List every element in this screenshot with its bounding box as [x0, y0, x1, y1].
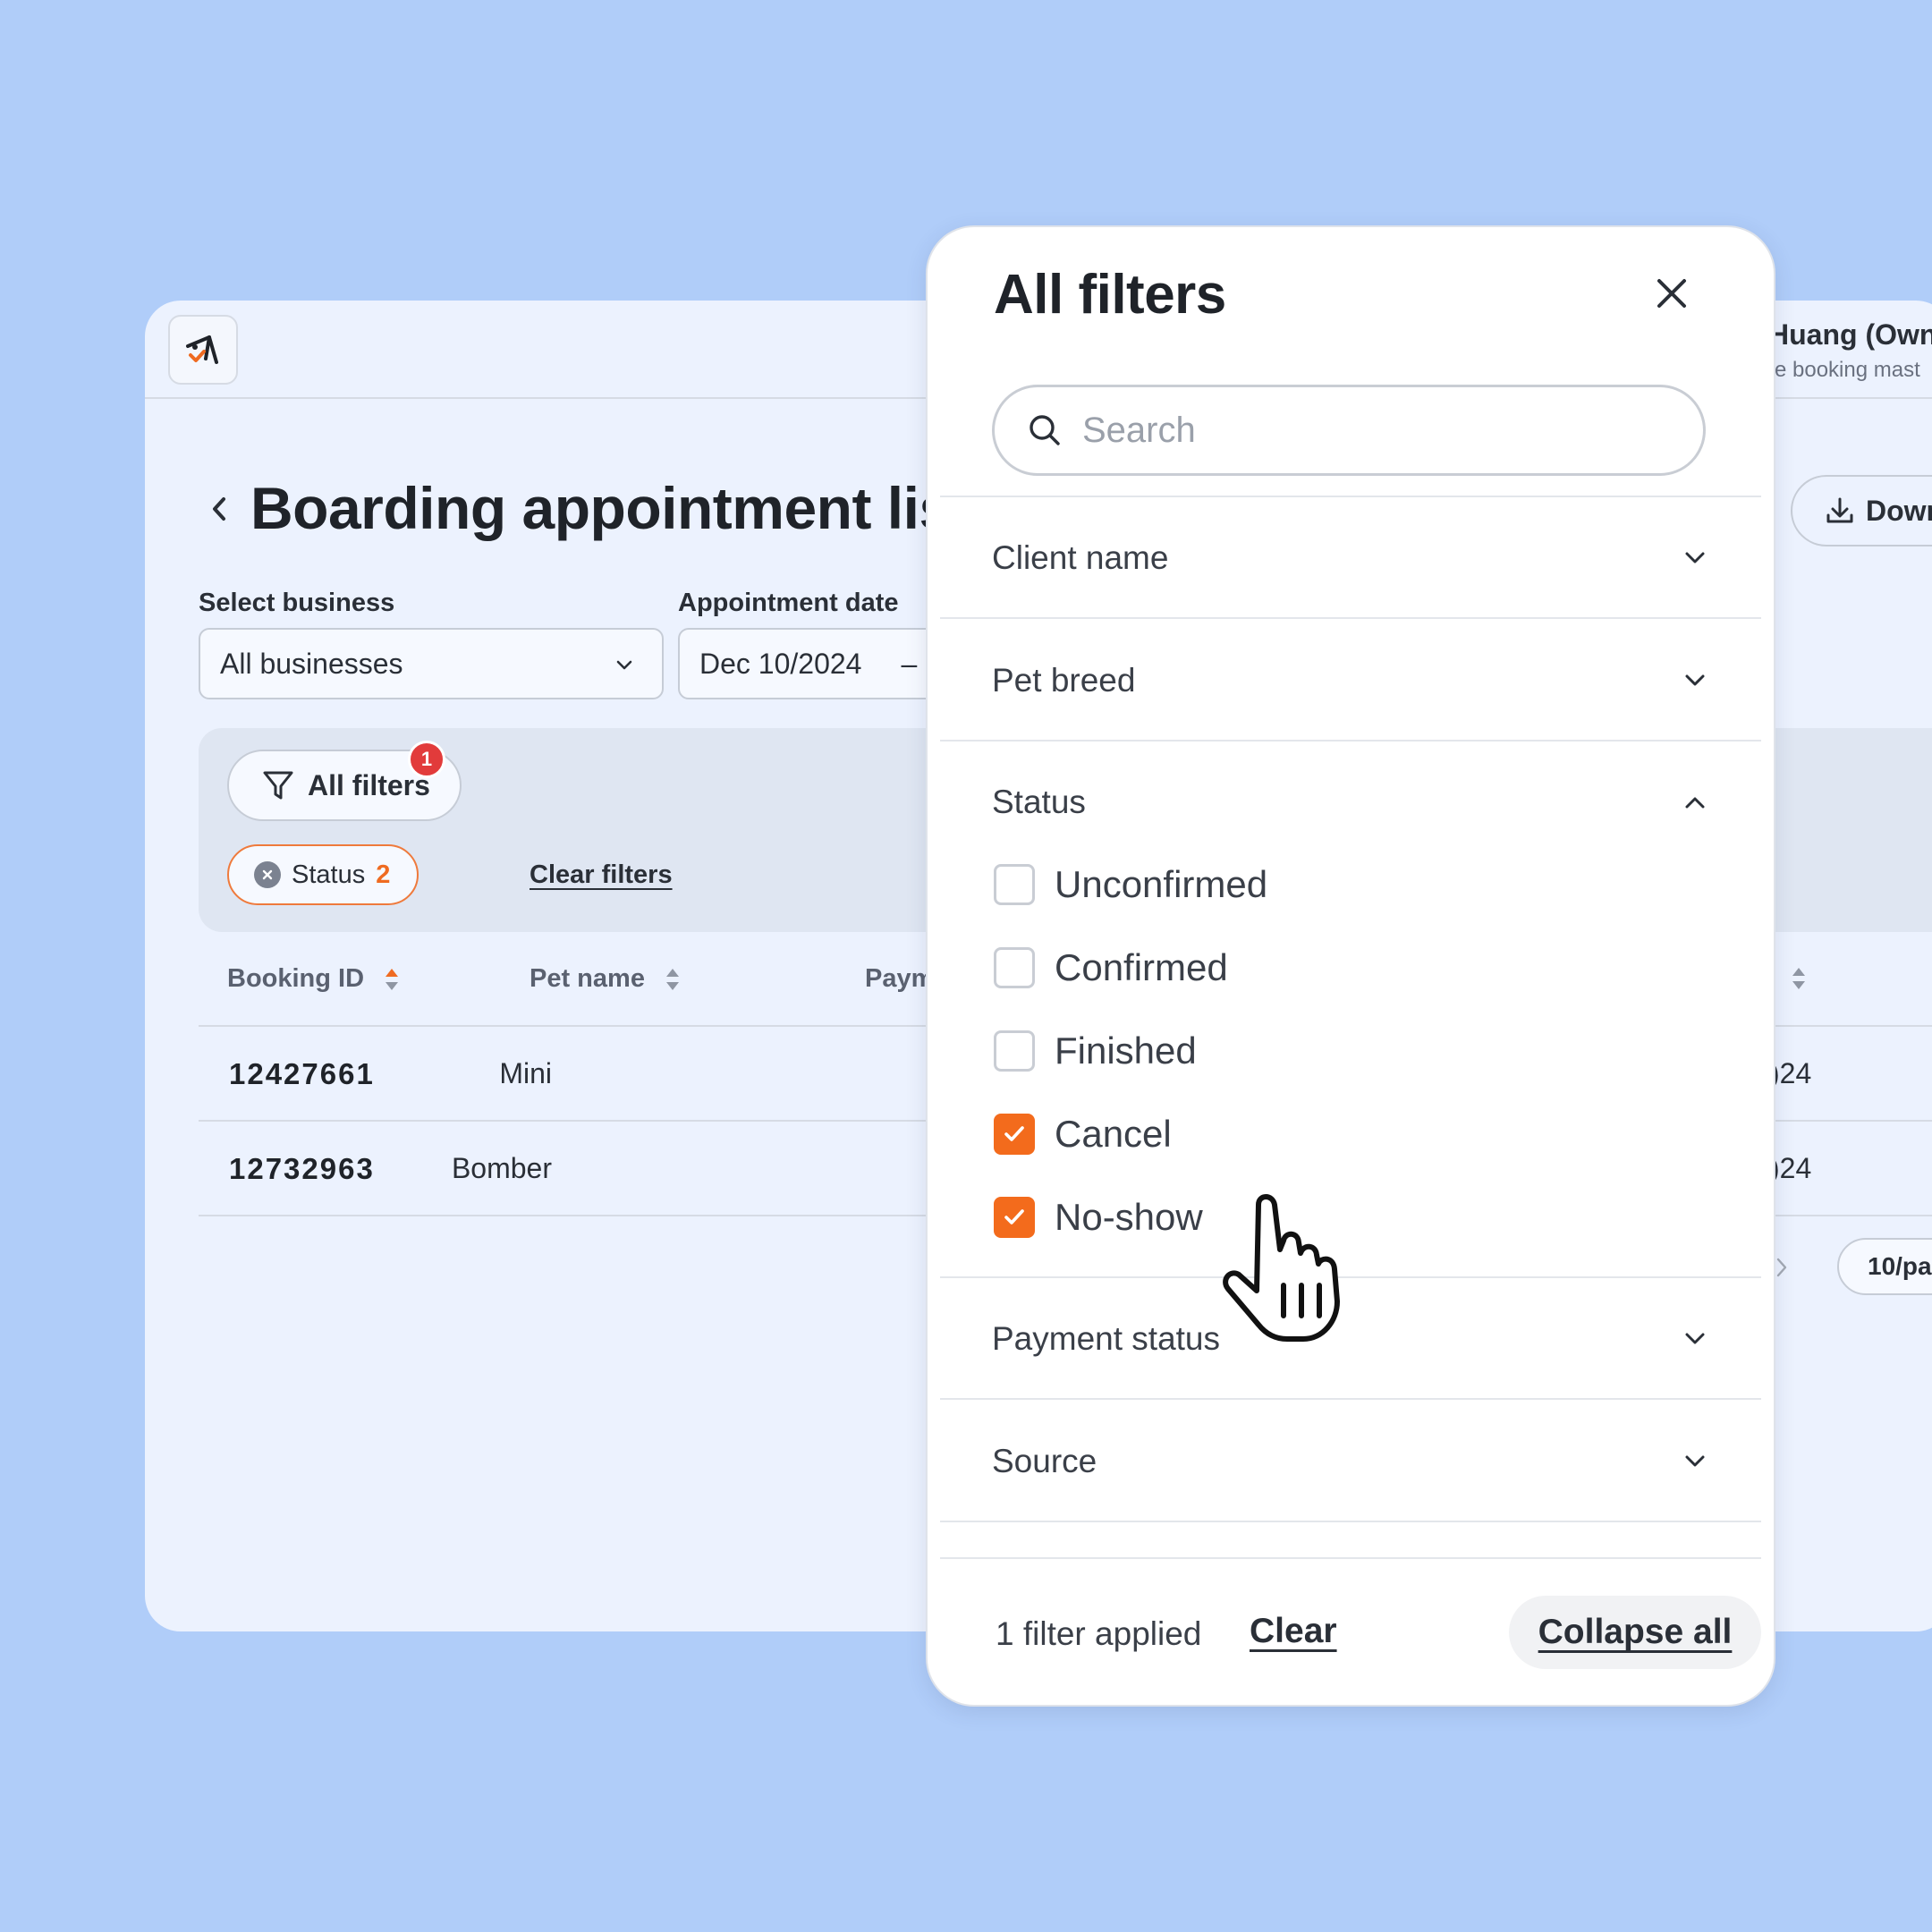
- section-label: Payment status: [992, 1320, 1221, 1357]
- search-icon: [1030, 415, 1060, 445]
- business-select[interactable]: All businesses: [199, 628, 664, 699]
- all-filters-modal: All filters Client name Pet breed Status…: [926, 225, 1775, 1707]
- back-chevron-icon[interactable]: [208, 494, 231, 524]
- column-header-payment[interactable]: Paym: [865, 964, 934, 994]
- section-label: Pet breed: [992, 662, 1136, 699]
- chevron-up-icon: [1685, 797, 1705, 809]
- divider: [940, 1521, 1761, 1522]
- filters-applied-text: 1 filter applied: [996, 1615, 1202, 1652]
- divider: [940, 617, 1761, 619]
- section-client-name[interactable]: Client name: [992, 531, 1707, 585]
- user-subtitle: e booking mast: [1775, 358, 1920, 382]
- chip-count: 2: [376, 860, 391, 889]
- download-label: Down: [1866, 494, 1932, 527]
- chevron-down-icon: [1685, 1333, 1705, 1344]
- column-header-label: Booking ID: [227, 964, 365, 993]
- option-label: Finished: [1055, 1030, 1197, 1072]
- section-status[interactable]: Status: [992, 775, 1707, 829]
- booking-id-cell[interactable]: 12427661: [229, 1057, 375, 1091]
- chip-label: Status: [292, 860, 366, 889]
- footer-divider: [940, 1557, 1761, 1559]
- close-circle-icon[interactable]: [254, 861, 281, 888]
- chevron-right-icon[interactable]: [1773, 1256, 1791, 1279]
- logo-icon[interactable]: [168, 315, 238, 385]
- date-cell: )24: [1770, 1152, 1812, 1184]
- checkbox[interactable]: [994, 947, 1035, 988]
- page-title: Boarding appointment list: [250, 475, 971, 541]
- column-header-label: Paym: [865, 964, 935, 993]
- status-option-finished[interactable]: Finished: [994, 1026, 1197, 1076]
- close-icon[interactable]: [1652, 274, 1691, 313]
- section-label: Source: [992, 1443, 1097, 1479]
- status-option-cancel[interactable]: Cancel: [994, 1109, 1172, 1159]
- chevron-down-icon: [616, 660, 632, 670]
- option-label: Unconfirmed: [1055, 863, 1268, 905]
- booking-id-cell[interactable]: 12732963: [229, 1152, 375, 1186]
- checkbox[interactable]: [994, 1030, 1035, 1072]
- checkbox[interactable]: [994, 1114, 1035, 1155]
- option-label: Cancel: [1055, 1113, 1172, 1155]
- section-label: Client name: [992, 539, 1169, 576]
- status-option-unconfirmed[interactable]: Unconfirmed: [994, 860, 1267, 910]
- column-header-booking-id[interactable]: Booking ID: [227, 964, 400, 994]
- modal-title: All filters: [994, 264, 1226, 326]
- status-filter-chip[interactable]: Status 2: [227, 844, 419, 905]
- checkbox[interactable]: [994, 1197, 1035, 1238]
- select-business-label: Select business: [199, 589, 395, 617]
- divider: [940, 496, 1761, 497]
- chevron-down-icon: [1685, 674, 1705, 686]
- column-header-label: Pet name: [530, 964, 645, 993]
- section-source[interactable]: Source: [992, 1435, 1707, 1488]
- date-separator: –: [901, 647, 918, 680]
- pet-name-cell: Mini: [499, 1057, 552, 1089]
- all-filters-label: All filters: [308, 768, 430, 801]
- divider: [940, 740, 1761, 741]
- section-label: Status: [992, 784, 1086, 820]
- checkmark-icon: [1004, 1126, 1024, 1141]
- filter-funnel-icon: [263, 771, 293, 800]
- clear-button[interactable]: Clear: [1250, 1612, 1337, 1651]
- download-icon: [1826, 497, 1853, 523]
- column-header-pet-name[interactable]: Pet name: [530, 964, 681, 994]
- status-option-no-show[interactable]: No-show: [994, 1192, 1203, 1242]
- page-size-select[interactable]: 10/pa: [1837, 1238, 1932, 1295]
- sort-icon[interactable]: [384, 967, 400, 992]
- hand-pointer-icon: [1223, 1194, 1340, 1342]
- clear-filters-link[interactable]: Clear filters: [530, 860, 673, 890]
- user-name[interactable]: Huang (Own: [1768, 318, 1932, 352]
- pet-name-cell: Bomber: [451, 1152, 552, 1184]
- download-button[interactable]: Down: [1791, 475, 1932, 547]
- option-label: Confirmed: [1055, 946, 1228, 988]
- sort-icon[interactable]: [1791, 966, 1807, 991]
- sort-icon[interactable]: [665, 967, 681, 992]
- chevron-down-icon: [1685, 552, 1705, 564]
- status-option-confirmed[interactable]: Confirmed: [994, 943, 1228, 993]
- business-select-value: All businesses: [220, 647, 403, 680]
- search-input[interactable]: [1082, 410, 1655, 451]
- option-label: No-show: [1055, 1196, 1203, 1238]
- divider: [940, 1398, 1761, 1400]
- filter-count-badge: 1: [408, 741, 445, 778]
- appointment-date-label: Appointment date: [678, 589, 899, 617]
- appointment-date-start: Dec 10/2024: [699, 647, 862, 680]
- date-cell: )24: [1770, 1057, 1812, 1089]
- section-pet-breed[interactable]: Pet breed: [992, 654, 1707, 708]
- chevron-down-icon: [1685, 1455, 1705, 1467]
- checkmark-icon: [1004, 1209, 1024, 1224]
- collapse-all-button[interactable]: Collapse all: [1509, 1596, 1761, 1669]
- search-field[interactable]: [992, 385, 1706, 476]
- checkbox[interactable]: [994, 864, 1035, 905]
